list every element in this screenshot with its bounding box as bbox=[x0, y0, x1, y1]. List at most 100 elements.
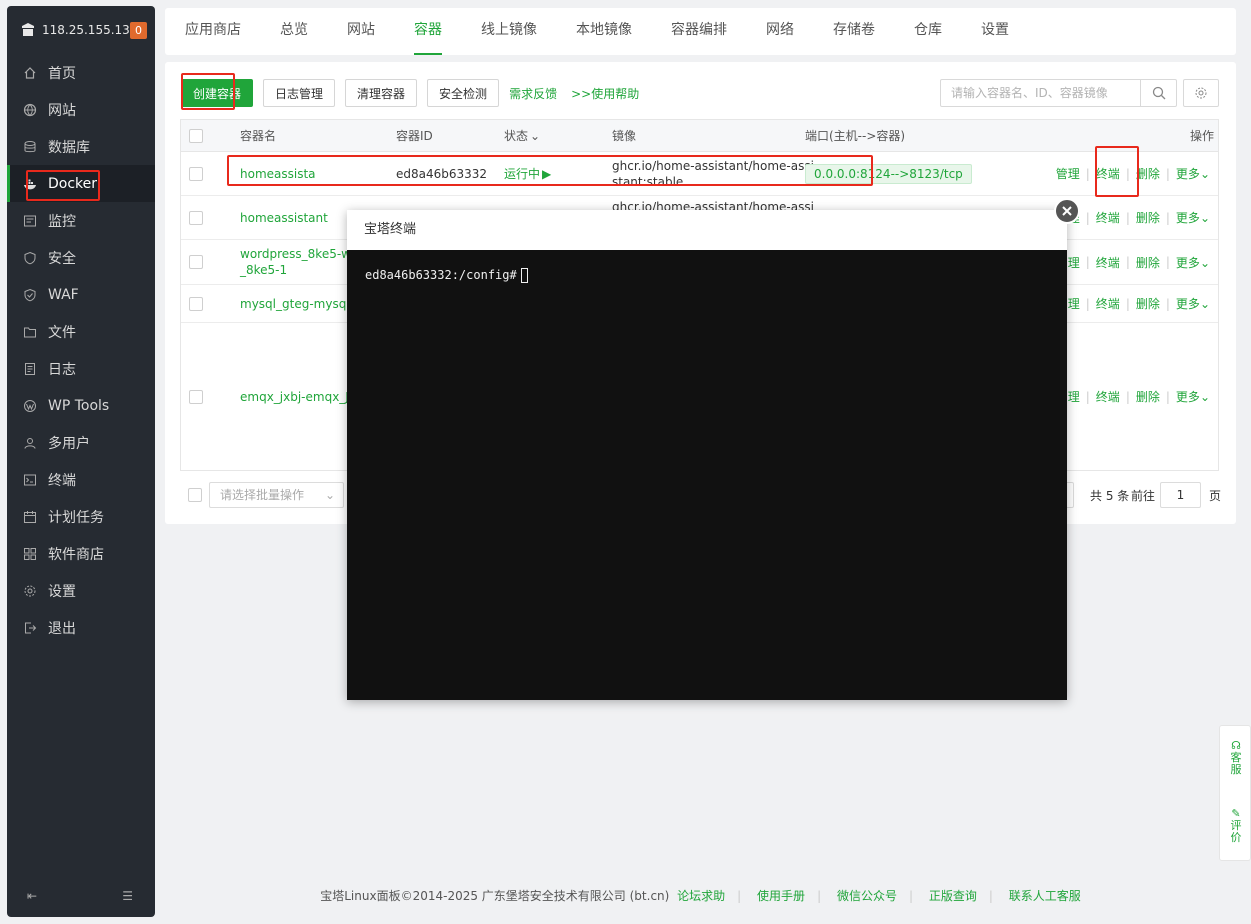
col-image: 镜像 bbox=[612, 129, 637, 143]
row-actions: 管理| 终端| 删除| 更多⌄ bbox=[1056, 240, 1210, 284]
divider: | bbox=[817, 889, 822, 903]
sidebar-item-label: 数据库 bbox=[48, 139, 90, 156]
clean-containers-button[interactable]: 清理容器 bbox=[345, 79, 418, 107]
col-status[interactable]: 状态 ⌄ bbox=[504, 120, 540, 151]
highlight-box-row bbox=[227, 155, 873, 186]
sidebar-item-store[interactable]: 软件商店 bbox=[7, 535, 155, 572]
row-checkbox[interactable] bbox=[189, 166, 203, 181]
sidebar-item-files[interactable]: 文件 bbox=[7, 313, 155, 350]
select-all-checkbox[interactable] bbox=[189, 128, 203, 143]
terminal-cursor bbox=[520, 268, 528, 283]
footer-link-wechat[interactable]: 微信公众号 bbox=[837, 889, 897, 903]
collapse-sidebar-icon[interactable]: ⇤ bbox=[27, 889, 37, 903]
batch-checkbox[interactable] bbox=[188, 488, 202, 502]
tab-website[interactable]: 网站 bbox=[347, 8, 375, 55]
tab-compose[interactable]: 容器编排 bbox=[671, 8, 727, 55]
highlight-box-docker bbox=[26, 170, 100, 201]
more-dropdown[interactable]: 更多⌄ bbox=[1176, 165, 1210, 182]
review-button[interactable]: ✎ 评价 bbox=[1220, 808, 1251, 844]
sidebar-item-label: WAF bbox=[48, 286, 79, 303]
list-menu-icon[interactable]: ☰ bbox=[122, 889, 133, 903]
server-ip: 118.25.155.139 bbox=[42, 23, 138, 37]
sidebar-item-logs[interactable]: 日志 bbox=[7, 350, 155, 387]
batch-action-select[interactable]: 请选择批量操作 ⌄ bbox=[209, 482, 344, 508]
logout-icon bbox=[25, 622, 37, 633]
sidebar-item-waf[interactable]: WAF bbox=[7, 276, 155, 313]
tab-overview[interactable]: 总览 bbox=[280, 8, 308, 55]
notification-badge[interactable]: 0 bbox=[130, 22, 147, 39]
sidebar-item-logout[interactable]: 退出 bbox=[7, 609, 155, 646]
log-icon bbox=[25, 362, 35, 375]
footer-link-license[interactable]: 正版查询 bbox=[929, 889, 977, 903]
close-modal-button[interactable] bbox=[1054, 198, 1080, 224]
sidebar-item-label: 终端 bbox=[48, 472, 76, 489]
tab-registry[interactable]: 仓库 bbox=[914, 8, 942, 55]
delete-link[interactable]: 删除 bbox=[1136, 295, 1160, 312]
terminal-link[interactable]: 终端 bbox=[1096, 388, 1120, 405]
customer-service-button[interactable]: ☊ 客服 bbox=[1220, 740, 1251, 776]
more-dropdown[interactable]: 更多⌄ bbox=[1176, 295, 1210, 312]
terminal-link[interactable]: 终端 bbox=[1096, 209, 1120, 226]
search-button[interactable] bbox=[1140, 80, 1176, 106]
column-settings-button[interactable] bbox=[1183, 79, 1219, 107]
security-check-button[interactable]: 安全检测 bbox=[427, 79, 500, 107]
col-name: 容器名 bbox=[240, 129, 277, 143]
tab-app-store[interactable]: 应用商店 bbox=[185, 8, 241, 55]
row-actions: 管理| 终端| 删除| 更多⌄ bbox=[1056, 285, 1210, 322]
search-input[interactable]: 请输入容器名、ID、容器镜像 bbox=[941, 80, 1140, 106]
tab-network[interactable]: 网络 bbox=[766, 8, 794, 55]
sidebar-item-monitor[interactable]: 监控 bbox=[7, 202, 155, 239]
delete-link[interactable]: 删除 bbox=[1136, 209, 1160, 226]
container-name-link[interactable]: emqx_jxbj-emqx_Jx8 bbox=[240, 323, 364, 470]
sidebar-item-database[interactable]: 数据库 bbox=[7, 128, 155, 165]
container-name-link[interactable]: wordpress_8ke5-wor _8ke5-1 bbox=[240, 240, 363, 284]
sidebar-item-website[interactable]: 网站 bbox=[7, 91, 155, 128]
sidebar-item-label: 网站 bbox=[48, 102, 76, 119]
sidebar-item-security[interactable]: 安全 bbox=[7, 239, 155, 276]
tab-online-images[interactable]: 线上镜像 bbox=[481, 8, 537, 55]
tab-volumes[interactable]: 存储卷 bbox=[833, 8, 875, 55]
divider: | bbox=[1125, 296, 1130, 311]
tab-settings[interactable]: 设置 bbox=[981, 8, 1009, 55]
wordpress-icon bbox=[24, 399, 36, 412]
close-icon bbox=[1062, 206, 1072, 216]
delete-link[interactable]: 删除 bbox=[1136, 254, 1160, 271]
terminal-link[interactable]: 终端 bbox=[1096, 254, 1120, 271]
sidebar-item-label: 软件商店 bbox=[48, 546, 104, 563]
more-dropdown[interactable]: 更多⌄ bbox=[1176, 209, 1210, 226]
help-link[interactable]: >>使用帮助 bbox=[571, 85, 639, 102]
tab-local-images[interactable]: 本地镜像 bbox=[576, 8, 632, 55]
feedback-link[interactable]: 需求反馈 bbox=[509, 85, 557, 102]
highlight-box-terminal bbox=[1095, 146, 1139, 197]
divider: | bbox=[1085, 255, 1090, 269]
tab-containers[interactable]: 容器 bbox=[414, 8, 442, 55]
footer-link-manual[interactable]: 使用手册 bbox=[757, 889, 805, 903]
delete-link[interactable]: 删除 bbox=[1136, 388, 1160, 405]
delete-link[interactable]: 删除 bbox=[1136, 165, 1160, 182]
calendar-icon bbox=[24, 510, 36, 523]
divider: | bbox=[1165, 389, 1170, 404]
sidebar-item-settings[interactable]: 设置 bbox=[7, 572, 155, 609]
server-info[interactable]: 118.25.155.139 0 bbox=[7, 6, 155, 54]
row-checkbox[interactable] bbox=[189, 255, 203, 269]
container-name-link[interactable]: homeassistant bbox=[240, 196, 328, 239]
terminal-screen[interactable]: ed8a46b63332:/config# bbox=[347, 250, 1067, 301]
page-input[interactable]: 1 bbox=[1160, 482, 1201, 508]
sidebar-item-home[interactable]: 首页 bbox=[7, 54, 155, 91]
sidebar-item-terminal[interactable]: 终端 bbox=[7, 461, 155, 498]
footer-link-forum[interactable]: 论坛求助 bbox=[677, 889, 725, 903]
row-checkbox[interactable] bbox=[189, 389, 203, 404]
row-checkbox[interactable] bbox=[189, 210, 203, 225]
manage-link[interactable]: 管理 bbox=[1056, 165, 1080, 182]
terminal-link[interactable]: 终端 bbox=[1096, 295, 1120, 312]
log-management-button[interactable]: 日志管理 bbox=[263, 79, 336, 107]
row-checkbox[interactable] bbox=[189, 296, 203, 311]
chevron-down-icon: ⌄ bbox=[1199, 211, 1210, 225]
footer-link-support[interactable]: 联系人工客服 bbox=[1009, 889, 1081, 903]
more-dropdown[interactable]: 更多⌄ bbox=[1176, 388, 1210, 405]
sidebar-item-wp-tools[interactable]: WP Tools bbox=[7, 387, 155, 424]
sidebar-nav: 首页 网站 数据库 Docker 监控 安全 WAF 文件 日志 WP Tool… bbox=[7, 54, 155, 646]
more-dropdown[interactable]: 更多⌄ bbox=[1176, 254, 1210, 271]
sidebar-item-multi-user[interactable]: 多用户 bbox=[7, 424, 155, 461]
sidebar-item-cron[interactable]: 计划任务 bbox=[7, 498, 155, 535]
